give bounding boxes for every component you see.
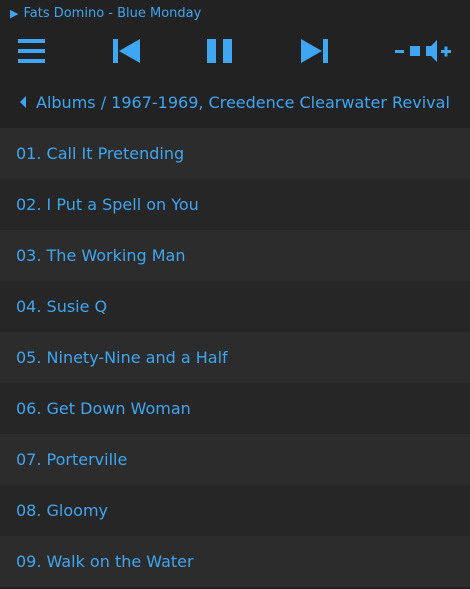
playback-controls <box>0 26 470 76</box>
track-label: 03. The Working Man <box>16 246 186 265</box>
list-item[interactable]: 07. Porterville <box>0 434 470 485</box>
volume-up-icon[interactable] <box>422 26 456 76</box>
now-playing-bar[interactable]: ▶ Fats Domino - Blue Monday <box>0 0 470 26</box>
track-label: 04. Susie Q <box>16 297 108 316</box>
track-label: 08. Gloomy <box>16 501 109 520</box>
list-item[interactable]: 05. Ninety-Nine and a Half <box>0 332 470 383</box>
skip-next-icon[interactable] <box>296 26 332 76</box>
track-list: 01. Call It Pretending 02. I Put a Spell… <box>0 128 470 587</box>
track-label: 07. Porterville <box>16 450 128 469</box>
track-label: 09. Walk on the Water <box>16 552 194 571</box>
caret-left-icon[interactable] <box>19 96 27 108</box>
list-item[interactable]: 04. Susie Q <box>0 281 470 332</box>
breadcrumb-text: Albums / 1967-1969, Creedence Clearwater… <box>36 92 450 112</box>
list-item[interactable]: 02. I Put a Spell on You <box>0 179 470 230</box>
list-item[interactable]: 06. Get Down Woman <box>0 383 470 434</box>
music-player-app: ▶ Fats Domino - Blue Monday Albums / 196… <box>0 0 470 589</box>
now-playing-title: Fats Domino - Blue Monday <box>23 6 202 21</box>
skip-previous-icon[interactable] <box>108 26 144 76</box>
list-item[interactable]: 01. Call It Pretending <box>0 128 470 179</box>
list-item[interactable]: 03. The Working Man <box>0 230 470 281</box>
volume-down-icon[interactable] <box>392 26 422 76</box>
track-label: 05. Ninety-Nine and a Half <box>16 348 228 367</box>
hamburger-menu-icon[interactable] <box>14 26 48 76</box>
track-label: 01. Call It Pretending <box>16 144 185 163</box>
list-item[interactable]: 09. Walk on the Water <box>0 536 470 587</box>
track-label: 02. I Put a Spell on You <box>16 195 199 214</box>
list-item[interactable]: 08. Gloomy <box>0 485 470 536</box>
breadcrumb[interactable]: Albums / 1967-1969, Creedence Clearwater… <box>0 76 470 128</box>
play-icon: ▶ <box>10 7 19 20</box>
track-label: 06. Get Down Woman <box>16 399 191 418</box>
pause-icon[interactable] <box>202 26 238 76</box>
